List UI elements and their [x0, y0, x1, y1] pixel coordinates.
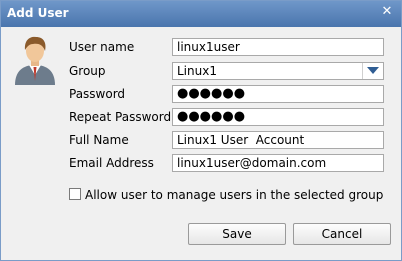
- repeat-password-label: Repeat Password: [69, 110, 172, 124]
- password-label: Password: [69, 87, 126, 101]
- repeat-password-input[interactable]: ●●●●●●: [172, 108, 384, 126]
- password-input[interactable]: ●●●●●●: [172, 85, 384, 103]
- email-address-label: Email Address: [69, 156, 154, 170]
- user-name-label: User name: [69, 40, 135, 54]
- group-select[interactable]: Linux1: [172, 62, 384, 80]
- cancel-button[interactable]: Cancel: [293, 223, 391, 245]
- group-select-value: Linux1: [177, 64, 217, 78]
- allow-manage-checkbox[interactable]: [69, 188, 81, 200]
- full-name-label: Full Name: [69, 133, 129, 147]
- email-address-input[interactable]: linux1user@domain.com: [172, 154, 384, 172]
- title-bar: Add User ✕: [1, 1, 401, 27]
- chevron-down-icon[interactable]: [362, 63, 383, 79]
- dialog-title: Add User: [7, 6, 69, 20]
- add-user-dialog: Add User ✕ User name Group Password Repe…: [0, 0, 402, 261]
- full-name-input[interactable]: Linux1 User Account: [172, 131, 384, 149]
- group-label: Group: [69, 64, 106, 78]
- save-button[interactable]: Save: [188, 223, 286, 245]
- user-name-input[interactable]: linux1user: [172, 38, 384, 56]
- allow-manage-label: Allow user to manage users in the select…: [85, 188, 384, 202]
- user-avatar-icon: [13, 33, 57, 85]
- close-icon[interactable]: ✕: [379, 4, 395, 20]
